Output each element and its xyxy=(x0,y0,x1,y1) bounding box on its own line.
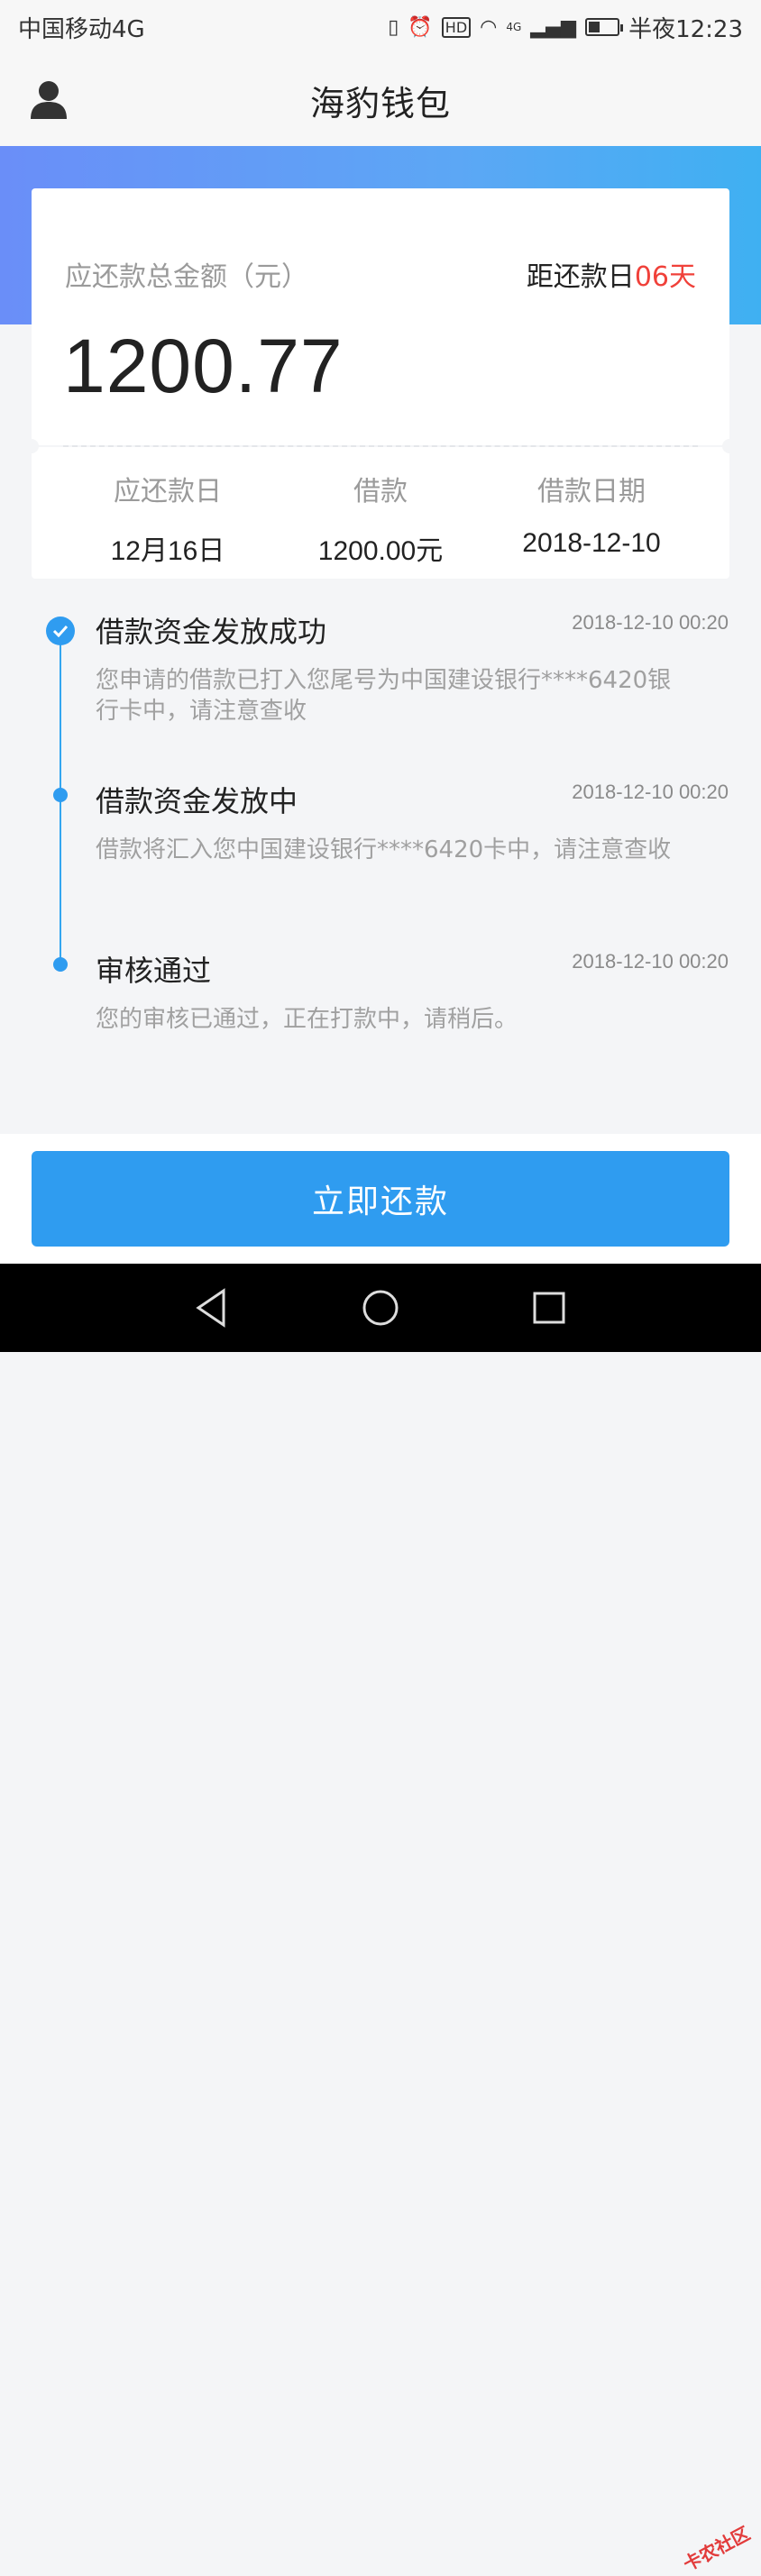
carrier-label: 中国移动4G xyxy=(18,15,145,43)
timeline-title: 借款资金发放中 xyxy=(96,784,298,818)
detail-value: 12月16日 xyxy=(110,536,225,566)
home-icon[interactable] xyxy=(358,1285,403,1330)
card-notch-right xyxy=(722,439,737,453)
status-icons: ▯ ⏰ HD ◠ 4G ▂▄▆ 半夜12:23 xyxy=(388,11,743,44)
countdown-days: 06天 xyxy=(634,261,696,293)
hd-icon: HD xyxy=(441,16,472,38)
app-header: 海豹钱包 xyxy=(0,54,761,146)
timeline-title: 借款资金发放成功 xyxy=(96,615,327,649)
wifi-icon: ◠ xyxy=(480,15,498,39)
user-icon[interactable] xyxy=(31,79,67,119)
alarm-icon: ⏰ xyxy=(408,15,433,39)
status-bar: 中国移动4G ▯ ⏰ HD ◠ 4G ▂▄▆ 半夜12:23 xyxy=(0,0,761,54)
timeline-desc: 您申请的借款已打入您尾号为中国建设银行****6420银行卡中，请注意查收 xyxy=(96,667,672,725)
timeline-desc: 借款将汇入您中国建设银行****6420卡中，请注意查收 xyxy=(96,836,672,863)
timeline-time: 2018-12-10 00:20 xyxy=(572,781,729,803)
recents-icon[interactable] xyxy=(527,1285,572,1330)
timeline-time: 2018-12-10 00:20 xyxy=(572,611,729,634)
network-type-icon: 4G xyxy=(506,21,522,33)
system-nav-bar: 卡农社区 xyxy=(0,1264,761,2575)
detail-value: 1200.00元 xyxy=(317,536,444,566)
battery-icon xyxy=(585,18,624,36)
timeline-time: 2018-12-10 00:20 xyxy=(572,950,729,973)
card-divider xyxy=(63,445,698,447)
detail-label: 应还款日 xyxy=(114,476,222,507)
detail-label: 借款日期 xyxy=(537,476,646,507)
countdown-prefix: 距还款日 xyxy=(526,261,635,293)
timeline-title: 审核通过 xyxy=(96,954,212,988)
total-due-label: 应还款总金额（元） xyxy=(65,261,308,293)
due-countdown: 距还款日06天 xyxy=(527,254,696,294)
back-icon[interactable] xyxy=(189,1285,234,1330)
detail-label: 借款 xyxy=(353,476,408,507)
repay-now-button[interactable]: 立即还款 xyxy=(32,1151,729,1247)
signal-icon: ▂▄▆ xyxy=(530,15,577,39)
detail-due-date: 应还款日 12月16日 xyxy=(60,469,276,568)
clock-label: 半夜12:23 xyxy=(628,15,743,43)
check-icon xyxy=(46,617,75,645)
detail-loan-amount: 借款 1200.00元 xyxy=(272,469,489,568)
detail-value: 2018-12-10 xyxy=(522,528,661,558)
timeline-dot xyxy=(53,957,68,972)
watermark-logo: 卡农社区 xyxy=(679,2522,754,2576)
total-due-amount: 1200.77 xyxy=(63,324,344,408)
page-title: 海豹钱包 xyxy=(309,83,451,123)
card-notch-left xyxy=(24,439,39,453)
detail-loan-date: 借款日期 2018-12-10 xyxy=(483,469,700,559)
timeline-dot xyxy=(53,788,68,802)
timeline-desc: 您的审核已通过，正在打款中，请稍后。 xyxy=(96,1006,518,1033)
vibrate-icon: ▯ xyxy=(388,15,399,39)
